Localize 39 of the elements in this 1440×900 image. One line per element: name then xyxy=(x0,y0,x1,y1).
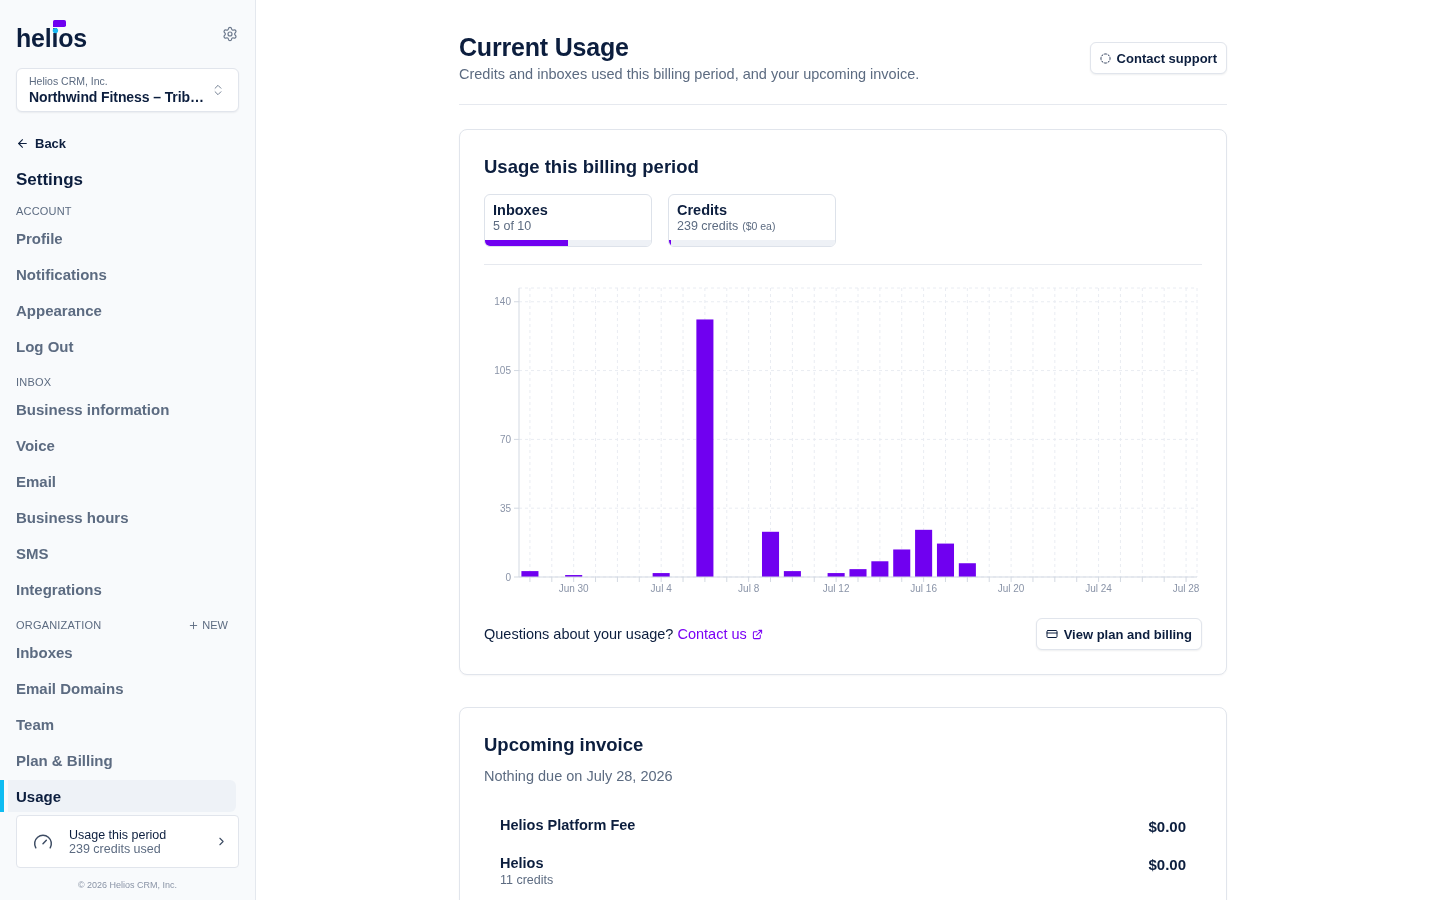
page-subtitle: Credits and inboxes used this billing period, and your upcoming invoice. xyxy=(459,65,920,84)
line-item-amount: $0.00 xyxy=(1148,855,1186,875)
x-tick-label: Jul 8 xyxy=(738,583,760,594)
usage-question: Questions about your usage? Contact us xyxy=(484,624,763,644)
line-item-amount: $0.00 xyxy=(1148,817,1186,837)
workspace-company: Helios CRM, Inc. xyxy=(29,74,109,88)
section-heading: INBOX xyxy=(16,375,52,389)
line-item-detail: 11 credits xyxy=(500,873,554,888)
section-heading: ACCOUNT xyxy=(16,204,72,218)
usage-summary-title: Usage this period xyxy=(69,827,168,842)
stat-value: 239 credits xyxy=(677,219,739,233)
copyright-text: © 2026 Helios CRM, Inc. xyxy=(76,879,179,892)
x-tick-label: Jul 16 xyxy=(910,583,937,594)
y-tick-label: 105 xyxy=(494,365,511,377)
y-tick-label: 0 xyxy=(505,571,511,583)
line-item-name: Helios Platform Fee xyxy=(500,816,636,835)
card-title: Upcoming invoice xyxy=(484,733,644,757)
y-tick-label: 140 xyxy=(494,296,511,308)
line-item-name: Helios xyxy=(500,854,544,873)
invoice-subtitle: Nothing due on July 28, 2026 xyxy=(484,767,673,786)
page-title: Current Usage xyxy=(459,32,629,62)
x-tick-label: Jul 20 xyxy=(997,583,1025,594)
x-tick-label: Jul 28 xyxy=(1172,583,1200,594)
x-tick-label: Jul 12 xyxy=(822,583,850,594)
section-heading: ORGANIZATION xyxy=(16,618,102,632)
stat-label: Inboxes xyxy=(493,202,548,219)
y-tick-label: 70 xyxy=(499,433,511,445)
x-tick-label: Jun 30 xyxy=(558,583,589,594)
card-title: Usage this billing period xyxy=(484,155,699,179)
stat-note: ($0 ea) xyxy=(742,219,776,233)
stat-label: Credits xyxy=(677,202,727,219)
sidebar-title: Settings xyxy=(16,169,85,191)
stat-value: 5 of 10 xyxy=(493,219,532,233)
x-tick-label: Jul 24 xyxy=(1085,583,1112,594)
x-tick-label: Jul 4 xyxy=(650,583,672,594)
y-tick-label: 35 xyxy=(499,502,511,514)
usage-summary-subtitle: 239 credits used xyxy=(69,841,161,856)
workspace-name: Northwind Fitness – Trib… xyxy=(29,87,204,106)
helios-logo: helios xyxy=(16,20,88,54)
